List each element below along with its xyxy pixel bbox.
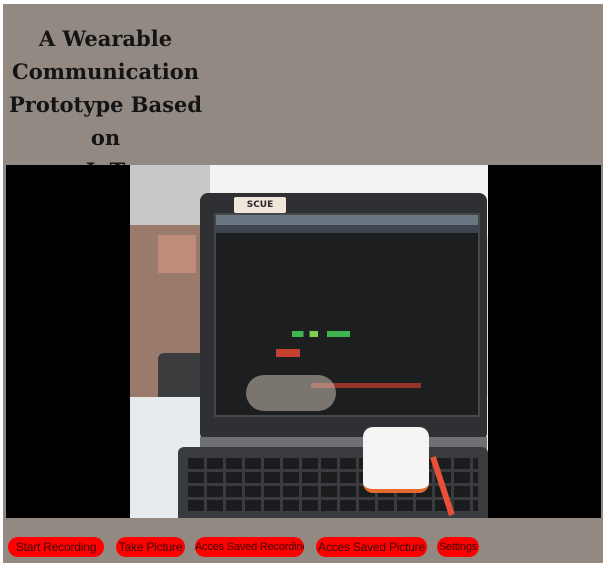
header: A Wearable Communication Prototype Based… [3, 4, 603, 183]
screen-reflection [246, 375, 336, 411]
screen-red-mark [276, 349, 300, 357]
camera-view: SCUE [6, 165, 601, 518]
take-picture-button[interactable]: Take Picture [116, 537, 185, 557]
screen-toolbar [216, 225, 478, 233]
scene-wall-panel [158, 235, 196, 273]
camera-feed: SCUE [130, 165, 488, 518]
screen-tab-bar [216, 215, 478, 225]
control-bar: Start Recording Take Picture Acces Saved… [3, 537, 603, 563]
scene-device [363, 427, 429, 493]
settings-button[interactable]: Settings [437, 537, 479, 557]
access-saved-picture-button[interactable]: Acces Saved Picture [316, 537, 427, 557]
app-window: A Wearable Communication Prototype Based… [3, 4, 603, 563]
start-recording-button[interactable]: Start Recording [8, 537, 104, 557]
screen-green-marks [292, 331, 350, 337]
laptop-sticker: SCUE [234, 197, 286, 213]
access-saved-recording-button[interactable]: Acces Saved Recording [195, 537, 304, 557]
page-title: A Wearable Communication Prototype Based… [8, 26, 203, 183]
scene-laptop-screen [214, 213, 480, 417]
scene-window-frame [130, 165, 210, 225]
